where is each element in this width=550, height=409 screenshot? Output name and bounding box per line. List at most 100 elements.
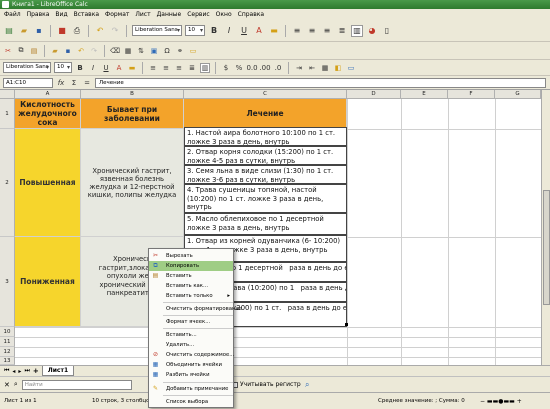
level-low[interactable]: Пониженная	[15, 237, 81, 327]
font-color-icon[interactable]: A	[253, 25, 265, 37]
redo-icon[interactable]: ↷	[89, 46, 99, 56]
menu-item-selection-list[interactable]: Список выбора	[149, 397, 233, 407]
menu-item-merge-cells[interactable]: ▦ Объединить ячейки	[149, 360, 233, 370]
save-icon[interactable]: ▪	[33, 25, 45, 37]
menu-edit[interactable]: Правка	[27, 9, 50, 20]
wrap-text-icon[interactable]: ▥	[351, 24, 363, 37]
align-right-icon[interactable]: ≡	[321, 25, 333, 37]
indent-icon[interactable]: ⇥	[294, 63, 304, 73]
sheet-tab[interactable]: Лист1	[41, 366, 75, 376]
row-header[interactable]: 13	[0, 357, 15, 365]
clone-format-icon[interactable]: ⌫	[110, 46, 120, 56]
last-sheet-icon[interactable]: ⏭	[24, 367, 29, 375]
chart-icon[interactable]: ◕	[366, 25, 378, 37]
font-size-combo[interactable]: 10	[185, 25, 205, 36]
align-left-icon[interactable]: ≡	[291, 25, 303, 37]
header-acidity[interactable]: Кислотность желудочного сока	[15, 99, 81, 129]
sort-icon[interactable]: ⇅	[136, 46, 146, 56]
menu-sheet[interactable]: Лист	[135, 9, 150, 20]
menu-file[interactable]: Файл	[4, 9, 21, 20]
menu-item-delete[interactable]: Удалить...	[149, 340, 233, 350]
prev-sheet-icon[interactable]: ◂	[12, 368, 15, 375]
scrollbar-thumb[interactable]	[543, 190, 550, 305]
open-folder-icon[interactable]: ▰	[18, 25, 30, 37]
comment-icon[interactable]: ▭	[188, 46, 198, 56]
menu-format[interactable]: Формат	[105, 9, 129, 20]
export-pdf-icon[interactable]: ■	[56, 25, 68, 37]
autofill-handle[interactable]	[345, 323, 348, 326]
align-center-icon[interactable]: ≡	[306, 25, 318, 37]
column-header-d[interactable]: D	[347, 90, 401, 99]
align-left-icon[interactable]: ≡	[148, 63, 158, 73]
italic-icon[interactable]: I	[223, 25, 235, 37]
next-sheet-icon[interactable]: ▸	[18, 368, 21, 375]
find-replace-icon[interactable]: ⌕	[305, 380, 309, 390]
font-name-combo[interactable]: Liberation Sans	[132, 25, 182, 36]
undo-icon[interactable]: ↶	[94, 25, 106, 37]
outdent-icon[interactable]: ⇤	[307, 63, 317, 73]
equals-icon[interactable]: =	[82, 78, 92, 88]
redo-icon[interactable]: ↷	[109, 25, 121, 37]
align-justify-icon[interactable]: ≣	[336, 25, 348, 37]
cut-icon[interactable]: ✂	[3, 46, 13, 56]
menu-item-paste[interactable]: ▤ Вставить	[149, 271, 233, 281]
spreadsheet-grid[interactable]: A B C D E F G 1 2 3 10 11 12 13 Кислотно…	[0, 90, 541, 365]
underline-icon[interactable]: U	[101, 63, 111, 73]
menu-item-add-comment[interactable]: ✎ Добавить примечание	[149, 384, 233, 394]
add-sheet-icon[interactable]: +	[33, 367, 39, 375]
table-icon[interactable]: ▦	[123, 46, 133, 56]
treatment-cell[interactable]: 3. Семя льна в виде слизи (1:30) по 1 ст…	[184, 165, 347, 184]
copy-icon[interactable]: ⧉	[16, 46, 26, 56]
font-color-icon[interactable]: A	[114, 63, 124, 73]
currency-icon[interactable]: $	[221, 63, 231, 73]
borders-icon[interactable]: ▦	[320, 63, 330, 73]
menu-item-clear-formatting[interactable]: Очистить форматирование	[149, 304, 242, 314]
menu-insert[interactable]: Вставка	[74, 9, 99, 20]
menu-item-clear-contents[interactable]: ⊘ Очистить содержимое...	[149, 350, 234, 360]
highlight-icon[interactable]: ▬	[268, 25, 280, 37]
italic-icon[interactable]: I	[88, 63, 98, 73]
highlight-icon[interactable]: ▬	[127, 63, 137, 73]
border-color-icon[interactable]: ▭	[346, 63, 356, 73]
row-header[interactable]: 11	[0, 337, 15, 347]
number-format-icon[interactable]: 0.0	[246, 63, 257, 73]
menu-item-insert[interactable]: Вставить...	[149, 330, 233, 340]
save-icon[interactable]: ▪	[63, 46, 73, 56]
align-right-icon[interactable]: ≡	[174, 63, 184, 73]
column-header-c[interactable]: C	[184, 90, 347, 99]
hyperlink-icon[interactable]: ⚭	[175, 46, 185, 56]
open-icon[interactable]: ▰	[50, 46, 60, 56]
menu-item-copy[interactable]: ⧉ Копировать	[149, 261, 233, 271]
select-all-corner[interactable]	[0, 90, 15, 99]
treatment-cell[interactable]: 2. Отвар корня солодки (15:200) по 1 ст.…	[184, 146, 347, 165]
add-decimal-icon[interactable]: .00	[259, 63, 270, 73]
sidebar-icon[interactable]: ▯	[381, 25, 393, 37]
column-header-a[interactable]: A	[15, 90, 81, 99]
function-wizard-icon[interactable]: fx	[56, 78, 66, 88]
sum-icon[interactable]: Σ	[69, 78, 79, 88]
image-icon[interactable]: ▣	[149, 46, 159, 56]
menu-help[interactable]: Справка	[238, 9, 264, 20]
background-color-icon[interactable]: ◧	[333, 63, 343, 73]
zoom-slider[interactable]: − ▬▬●▬▬ +	[480, 398, 522, 405]
bold-icon[interactable]: B	[75, 63, 85, 73]
column-header-b[interactable]: B	[81, 90, 184, 99]
menu-item-cut[interactable]: ✂ Вырезать	[149, 251, 233, 261]
paste-icon[interactable]: ▤	[29, 46, 39, 56]
row-header[interactable]: 3	[0, 237, 15, 327]
name-box[interactable]: A1:C10	[3, 77, 53, 88]
font-name-combo-2[interactable]: Liberation Sans	[3, 62, 51, 73]
column-header-g[interactable]: G	[495, 90, 541, 99]
header-treatment[interactable]: Лечение	[184, 99, 347, 129]
special-character-icon[interactable]: Ω	[162, 46, 172, 56]
treatment-cell[interactable]: 4. Трава сушеницы топяной, настой (10:20…	[184, 184, 347, 213]
treatment-cell[interactable]: 5. Масло облепиховое по 1 десертной ложк…	[184, 213, 347, 235]
menu-window[interactable]: Окно	[216, 9, 232, 20]
bold-icon[interactable]: B	[208, 25, 220, 37]
undo-icon[interactable]: ↶	[76, 46, 86, 56]
column-header-f[interactable]: F	[448, 90, 495, 99]
row-header[interactable]: 2	[0, 129, 15, 237]
row-header[interactable]: 1	[0, 99, 15, 129]
delete-decimal-icon[interactable]: .0	[273, 63, 283, 73]
row-header[interactable]: 10	[0, 327, 15, 337]
